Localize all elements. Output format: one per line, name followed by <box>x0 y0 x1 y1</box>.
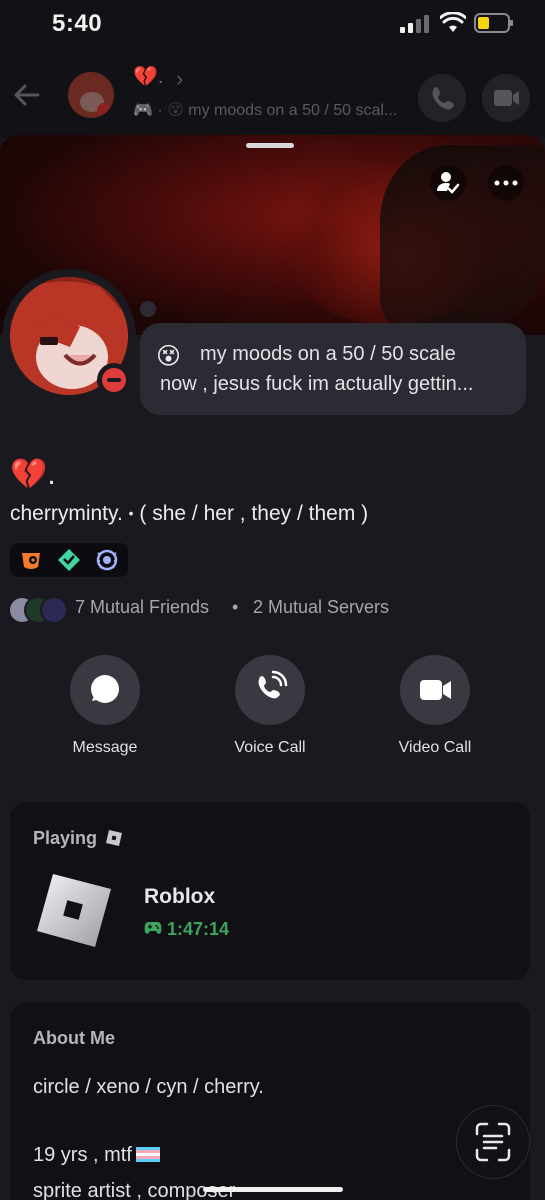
status-emoji: 😵 <box>167 102 184 119</box>
about-line-2: 19 yrs , mtf <box>33 1144 160 1167</box>
cell-signal-icon <box>400 15 429 33</box>
voice-call-button[interactable] <box>235 655 305 725</box>
roblox-icon <box>106 830 122 846</box>
header-avatar[interactable] <box>68 72 114 118</box>
friend-status-button[interactable] <box>430 165 466 201</box>
header-chevron-icon: › <box>176 66 184 91</box>
phone-icon <box>432 87 454 110</box>
username[interactable]: cherryminty. <box>10 502 123 525</box>
video-camera-icon <box>494 90 519 106</box>
mutual-friends-link[interactable]: 7 Mutual Friends <box>75 597 209 618</box>
scan-text-icon <box>475 1122 511 1162</box>
status-time: 5:40 <box>52 10 103 37</box>
header-status-text: my moods on a 50 / 50 scal... <box>188 102 398 119</box>
game-elapsed-time: 1:47:14 <box>167 919 230 939</box>
display-name: 💔. <box>10 458 56 491</box>
mutual-friend-avatars[interactable] <box>8 596 68 624</box>
do-not-disturb-indicator <box>102 368 126 392</box>
header-status: 🎮 · 😵 my moods on a 50 / 50 scal... <box>133 102 398 119</box>
gamepad-icon <box>144 922 162 934</box>
about-me-label: About Me <box>33 1028 115 1048</box>
more-options-button[interactable] <box>488 165 524 201</box>
about-line-2-text: 19 yrs , mtf <box>33 1144 132 1166</box>
status-bubble-tail <box>140 301 156 317</box>
game-name: Roblox <box>144 885 216 908</box>
quest-badge-icon[interactable] <box>56 547 82 573</box>
nitro-badge-icon[interactable] <box>94 547 120 573</box>
separator: • <box>128 505 134 521</box>
message-button[interactable] <box>70 655 140 725</box>
wifi-icon <box>440 12 466 32</box>
video-camera-icon <box>420 680 451 700</box>
video-call-label: Video Call <box>398 739 472 756</box>
status-emoji: 😵 <box>156 343 182 370</box>
about-line-1: circle / xeno / cyn / cherry. <box>33 1076 264 1098</box>
header-voice-call-button[interactable] <box>418 74 466 122</box>
username-line: cherryminty. • ( she / her , they / them… <box>10 502 368 526</box>
custom-status-line-2: now , jesus fuck im actually gettin... <box>160 373 474 395</box>
video-call-button[interactable] <box>400 655 470 725</box>
voice-call-label: Voice Call <box>234 739 306 756</box>
pronouns: ( she / her , they / them ) <box>139 502 369 525</box>
mutual-separator: • <box>232 597 239 617</box>
more-icon <box>494 180 518 186</box>
header-video-call-button[interactable] <box>482 74 530 122</box>
custom-status-bubble[interactable] <box>140 323 526 415</box>
battery-icon <box>474 13 513 33</box>
mutual-avatar <box>40 596 68 624</box>
message-label: Message <box>72 739 138 756</box>
custom-status-line-1: my moods on a 50 / 50 scale <box>200 343 456 365</box>
profile-sheet: 😵 my moods on a 50 / 50 scale now , jesu… <box>0 135 545 1200</box>
back-arrow-icon[interactable] <box>12 80 42 110</box>
phone-icon <box>258 670 288 699</box>
roblox-game-icon <box>37 874 111 947</box>
gamepad-icon: 🎮 <box>133 102 153 119</box>
playing-section-label: Playing <box>33 828 98 848</box>
mutual-servers-link[interactable]: 2 Mutual Servers <box>253 597 389 618</box>
sheet-grab-handle[interactable] <box>246 143 294 148</box>
hypesquad-bravery-badge-icon[interactable] <box>18 547 44 573</box>
home-indicator[interactable] <box>203 1187 343 1192</box>
header-name[interactable]: 💔. <box>133 64 163 89</box>
badge-row <box>10 543 128 577</box>
add-friend-icon <box>437 172 460 194</box>
message-bubble-icon <box>91 675 119 703</box>
trans-flag-icon <box>135 1147 160 1162</box>
scan-text-button[interactable] <box>456 1105 530 1179</box>
